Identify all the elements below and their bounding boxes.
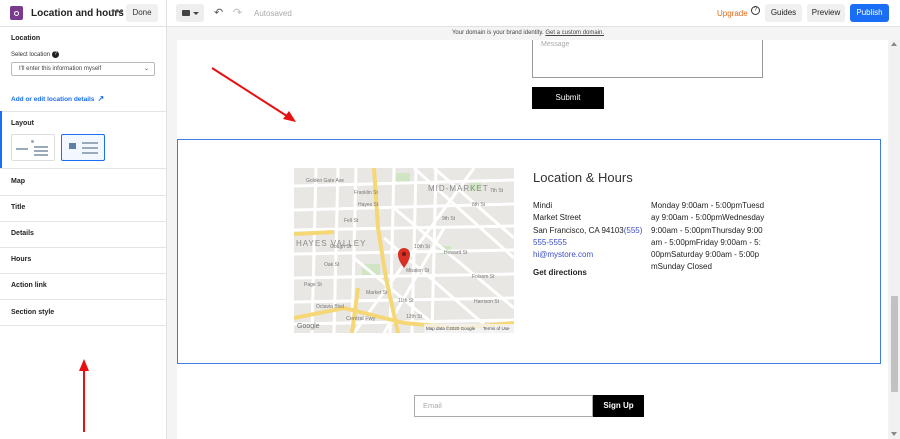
sidebar-item-map[interactable]: Map [11, 178, 25, 185]
settings-sidebar: Location Select location? I'll enter thi… [0, 27, 167, 439]
map-label: HAYES VALLEY [296, 239, 366, 248]
done-button[interactable]: Done [126, 4, 158, 22]
add-edit-location-link[interactable]: Add or edit location details ↗ [11, 94, 104, 103]
add-edit-location-label: Add or edit location details [11, 96, 95, 103]
map-label: Hayes St [358, 202, 379, 208]
map-label: Octavia Blvd [316, 304, 344, 310]
map-label: MID-MARKET [428, 184, 489, 193]
map-label: Folsom St [472, 274, 495, 280]
map-label: Fell St [344, 218, 359, 224]
sidebar-item-section-style[interactable]: Section style [11, 309, 54, 316]
location-pin-icon [10, 6, 23, 20]
device-preview-dropdown[interactable] [176, 4, 204, 22]
toolbar-divider [166, 0, 167, 27]
map-label: 10th St [414, 244, 430, 250]
map-label: Oak St [324, 262, 340, 268]
map-label: 12th St [406, 314, 422, 320]
publish-button[interactable]: Publish [850, 4, 889, 22]
city: San Francisco, CA 94103 [533, 225, 624, 235]
monitor-icon [181, 10, 190, 16]
map-label: Page St [304, 282, 322, 288]
map-label: Franklin St [354, 190, 379, 196]
chevron-down-icon [192, 11, 199, 15]
undo-icon[interactable]: ↶ [214, 6, 223, 19]
map-label: 8th St [472, 202, 486, 208]
map-label: Central Fwy [346, 316, 376, 322]
map-label: 7th St [490, 188, 504, 194]
help-icon[interactable]: ? [751, 6, 760, 15]
autosave-status: Autosaved [254, 9, 292, 18]
section-title: Location & Hours [533, 170, 633, 185]
guides-button[interactable]: Guides [765, 4, 802, 22]
sidebar-item-title[interactable]: Title [11, 204, 25, 211]
help-icon[interactable]: ? [52, 51, 60, 58]
external-link-icon: ↗ [97, 94, 105, 103]
city-line: San Francisco, CA 94103(555) [533, 225, 645, 237]
map-label: Harrison St [474, 299, 500, 305]
divider [0, 168, 166, 169]
select-location-label: Select location? [11, 51, 60, 58]
domain-banner: Your domain is your brand identity. Get … [167, 27, 889, 40]
message-textarea[interactable]: Message [532, 40, 763, 78]
sidebar-item-details[interactable]: Details [11, 230, 34, 237]
map-data-attribution: Map data ©2020 Google [426, 325, 476, 331]
map-terms-link[interactable]: Terms of Use [483, 326, 510, 331]
sign-up-button[interactable]: Sign Up [593, 395, 644, 417]
email-input[interactable]: Email [414, 395, 593, 417]
email-link[interactable]: hi@mystore.com [533, 249, 645, 261]
panel-title: Location and hours [31, 8, 124, 19]
scrollbar[interactable] [889, 40, 900, 439]
more-options-icon[interactable]: ••• [111, 4, 124, 18]
active-indicator [0, 111, 2, 168]
google-logo: Google [297, 323, 320, 330]
street: Market Street [533, 213, 582, 223]
map-label: Mission St [406, 268, 430, 274]
phone-link[interactable]: (555) [624, 226, 643, 235]
divider [0, 221, 166, 222]
divider [0, 299, 166, 300]
redo-icon[interactable]: ↷ [233, 6, 242, 19]
divider [0, 111, 166, 112]
map-label: 9th St [442, 216, 456, 222]
submit-button[interactable]: Submit [532, 87, 604, 109]
chevron-down-icon: ⌄ [143, 66, 149, 72]
address-block: Mindi Market Street San Francisco, CA 94… [533, 200, 645, 261]
location-select-value: I'll enter this information myself [19, 66, 102, 72]
divider [0, 247, 166, 248]
map-label: 11th St [398, 298, 414, 304]
sidebar-item-hours[interactable]: Hours [11, 256, 31, 263]
layout-option-2[interactable] [61, 134, 105, 161]
map-label: Market St [366, 290, 388, 296]
map-label: Howard St [444, 250, 468, 256]
upgrade-link[interactable]: Upgrade [717, 9, 748, 18]
get-directions-link[interactable]: Get directions [533, 268, 587, 277]
business-hours: Monday 9:00am - 5:00pmTuesday 9:00am - 5… [651, 201, 765, 272]
top-bar: Location and hours ••• Done ↶ ↷ Autosave… [0, 0, 900, 27]
business-name: Mindi [533, 201, 553, 210]
site-preview: Message Submit Golden Gate Ave Fell St H… [177, 40, 888, 439]
banner-text: Your domain is your brand identity. [451, 30, 544, 36]
divider [0, 325, 166, 326]
divider [0, 195, 166, 196]
layout-option-1[interactable] [11, 134, 55, 161]
location-map[interactable]: Golden Gate Ave Fell St Hayes St Oak St … [294, 168, 514, 333]
scroll-up-icon[interactable] [891, 42, 897, 46]
divider [0, 273, 166, 274]
map-label: Golden Gate Ave [306, 178, 344, 184]
sidebar-item-action-link[interactable]: Action link [11, 282, 47, 289]
phone-link[interactable]: 555-5555 [533, 237, 645, 249]
location-heading: Location [11, 35, 41, 42]
location-select[interactable]: I'll enter this information myself ⌄ [11, 62, 155, 76]
scroll-thumb[interactable] [891, 296, 898, 392]
scroll-down-icon[interactable] [891, 432, 897, 436]
custom-domain-link[interactable]: Get a custom domain. [545, 30, 604, 36]
map-graphic: Golden Gate Ave Fell St Hayes St Oak St … [294, 168, 514, 333]
location-hours-section[interactable] [177, 139, 881, 364]
layout-heading: Layout [11, 120, 34, 127]
preview-button[interactable]: Preview [807, 4, 845, 22]
